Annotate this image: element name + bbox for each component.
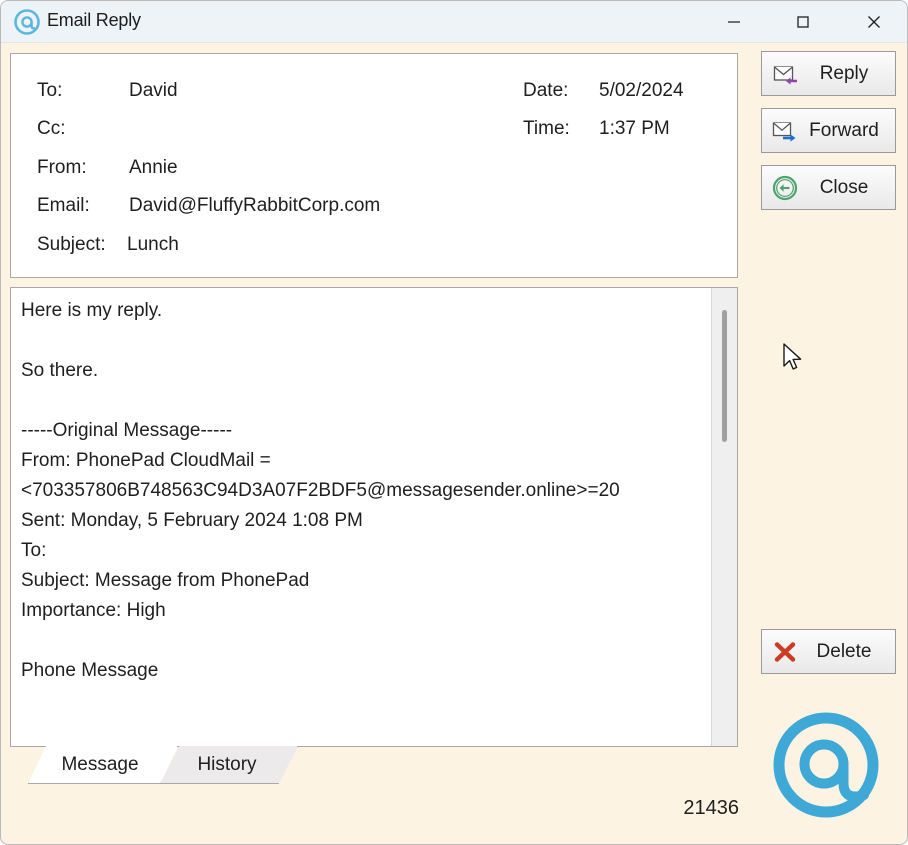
minimize-icon[interactable] — [711, 1, 757, 43]
maximize-icon[interactable] — [780, 1, 826, 43]
tab-message[interactable]: Message — [28, 746, 178, 784]
reply-envelope-icon — [769, 59, 801, 89]
close-button-label: Close — [819, 176, 869, 198]
tab-history-label: History — [197, 753, 257, 775]
mouse-cursor — [782, 343, 804, 375]
window-title: Email Reply — [47, 10, 141, 30]
to-value[interactable]: David — [129, 80, 178, 102]
subject-value[interactable]: Lunch — [127, 234, 179, 256]
delete-button[interactable]: Delete — [761, 629, 896, 674]
email-header-panel: To: David Cc: From: Annie Email: David@F… — [10, 53, 738, 278]
tab-message-label: Message — [61, 753, 139, 775]
title-bar: Email Reply — [1, 1, 907, 43]
at-sign-logo — [763, 707, 889, 827]
from-label: From: — [37, 157, 87, 178]
status-count: 21436 — [683, 797, 739, 819]
reply-button-label: Reply — [819, 62, 869, 84]
message-body-text[interactable]: Here is my reply. So there. -----Origina… — [21, 296, 703, 686]
forward-button[interactable]: Forward — [761, 108, 896, 153]
subject-label: Subject: — [37, 234, 106, 255]
time-label: Time: — [523, 118, 570, 139]
message-body-panel[interactable]: Here is my reply. So there. -----Origina… — [10, 287, 738, 747]
time-value: 1:37 PM — [599, 118, 670, 139]
from-value[interactable]: Annie — [129, 157, 178, 179]
close-button[interactable]: Close — [761, 165, 896, 210]
forward-envelope-icon — [769, 116, 801, 146]
close-icon[interactable] — [851, 1, 897, 43]
date-label: Date: — [523, 80, 569, 101]
message-scrollbar[interactable] — [711, 288, 737, 746]
tab-bar: Message History — [10, 746, 410, 788]
email-value[interactable]: David@FluffyRabbitCorp.com — [129, 195, 380, 217]
reply-button[interactable]: Reply — [761, 51, 896, 96]
forward-button-label: Forward — [809, 119, 879, 141]
delete-x-icon — [769, 637, 801, 667]
date-value: 5/02/2024 — [599, 80, 684, 101]
delete-button-label: Delete — [816, 640, 872, 662]
to-label: To: — [37, 80, 63, 101]
email-label: Email: — [37, 195, 90, 216]
cc-label: Cc: — [37, 118, 66, 139]
message-scrollbar-thumb[interactable] — [722, 310, 727, 442]
tab-history[interactable]: History — [160, 746, 298, 784]
close-circle-arrow-icon — [769, 173, 801, 203]
at-sign-icon — [13, 8, 41, 36]
email-reply-window: Email Reply To: David Cc: From: Annie Em… — [0, 0, 908, 845]
